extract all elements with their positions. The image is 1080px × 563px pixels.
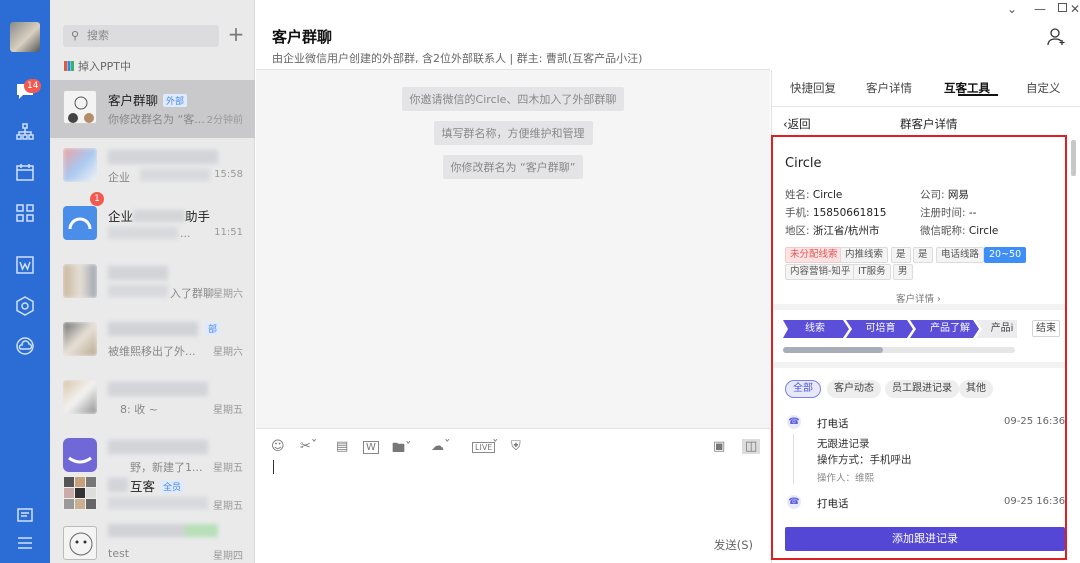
- assistant-avatar: [63, 206, 97, 240]
- cloud-icon[interactable]: [14, 336, 36, 358]
- search-placeholder: 搜索: [87, 29, 109, 42]
- text-cursor: [273, 460, 274, 474]
- send-button[interactable]: 发送(S): [714, 537, 753, 553]
- external-tag: 外部: [163, 94, 188, 107]
- input-area[interactable]: ☺ ✂ˇ ▤ W 🖿ˇ ☁ˇ LIVE ˇ ⛨ ▣ ◫: [256, 428, 770, 563]
- chart-icon: [64, 61, 74, 71]
- add-button[interactable]: +: [226, 23, 246, 45]
- chat-header: 客户群聊 由企业微信用户创建的外部群, 含2位外部联系人 | 群主: 曹凯(互客…: [256, 0, 770, 70]
- conversation-time: 星期四: [213, 551, 243, 562]
- conversation-time: 15:58: [214, 169, 243, 180]
- conversation-item[interactable]: 企业 15:58: [50, 138, 255, 196]
- notes-icon[interactable]: [14, 506, 36, 528]
- calendar-icon[interactable]: [14, 162, 36, 184]
- back-button[interactable]: ‹返回: [783, 116, 811, 132]
- system-message: 你修改群名为 “客户群聊”: [256, 155, 770, 179]
- maximize-icon[interactable]: [1058, 3, 1067, 12]
- chat-title: 客户群聊: [272, 28, 333, 46]
- highlight-box: [771, 135, 1067, 560]
- live-dropdown-icon[interactable]: ˇ: [492, 439, 499, 454]
- conversation-item[interactable]: 入了群聊 星期六: [50, 254, 255, 312]
- conversation-time: 11:51: [214, 227, 243, 238]
- conversation-item[interactable]: 客户群聊 外部 你修改群名为 “客... 2分钟前: [50, 80, 255, 138]
- group-avatar: [63, 264, 97, 298]
- tab-quick-reply[interactable]: 快捷回复: [790, 80, 836, 96]
- scrollbar[interactable]: [1071, 140, 1076, 176]
- word-doc-icon[interactable]: W: [363, 441, 379, 454]
- conversation-item[interactable]: test 星期四: [50, 516, 255, 563]
- menu-icon[interactable]: [14, 534, 36, 556]
- conversation-name-suffix: 助手: [185, 209, 211, 224]
- all-staff-tag: 全员: [160, 480, 185, 493]
- shield-icon[interactable]: ⛨: [511, 439, 521, 454]
- chat-subtitle: 由企业微信用户创建的外部群, 含2位外部联系人 | 群主: 曹凯(互客产品小汪): [272, 52, 643, 65]
- apps-grid-icon[interactable]: [14, 203, 36, 225]
- group-avatar: [63, 476, 97, 510]
- folder-icon[interactable]: 🖿ˇ: [392, 439, 412, 461]
- search-input[interactable]: ⚲ 搜索: [63, 25, 219, 47]
- minimize-icon[interactable]: —: [1034, 2, 1046, 16]
- conversation-preview: test: [108, 547, 130, 560]
- conversation-time: 星期五: [213, 501, 243, 512]
- screenshot-icon[interactable]: ✂ˇ: [300, 439, 317, 454]
- conversation-item[interactable]: 部 被维熙移出了外... 星期六: [50, 312, 255, 370]
- conversation-item[interactable]: 1 企业 助手 ... 11:51: [50, 192, 255, 254]
- unread-badge: 1: [90, 192, 104, 206]
- banner[interactable]: 掉入PPT中: [64, 58, 131, 74]
- avatar: [63, 526, 97, 560]
- conversation-list: ⚲ 搜索 + 掉入PPT中 客户群聊 外部 你修改群名为 “客... 2分钟前 企…: [50, 0, 255, 563]
- cloud-drive-icon[interactable]: ☁ˇ: [431, 439, 451, 454]
- group-avatar: [63, 380, 97, 414]
- search-icon: ⚲: [71, 29, 80, 42]
- tab-customer-detail[interactable]: 客户详情: [866, 80, 912, 96]
- avatar: [63, 148, 97, 182]
- monitor-icon[interactable]: ▣: [713, 439, 725, 454]
- org-chart-icon[interactable]: [14, 122, 36, 144]
- chat-window: 客户群聊 由企业微信用户创建的外部群, 含2位外部联系人 | 群主: 曹凯(互客…: [256, 0, 770, 563]
- conversation-name: 企业: [108, 209, 134, 224]
- group-avatar: [63, 322, 97, 356]
- active-tab-indicator: [958, 94, 998, 96]
- cube-icon[interactable]: [14, 296, 36, 318]
- add-member-icon[interactable]: [1047, 27, 1067, 52]
- conversation-name: 互客: [130, 479, 156, 494]
- image-icon[interactable]: ▤: [336, 439, 348, 454]
- conversation-name: 客户群聊: [108, 93, 159, 108]
- doc-w-icon[interactable]: [14, 255, 36, 277]
- left-rail: 14: [0, 0, 50, 563]
- user-avatar[interactable]: [10, 22, 40, 52]
- conversation-preview: 被维熙移出了外...: [108, 345, 196, 358]
- conversation-time: 2分钟前: [206, 115, 243, 126]
- system-message: 填写群名称，方便维护和管理: [256, 121, 770, 145]
- emoji-icon[interactable]: ☺: [271, 439, 285, 454]
- conversation-item[interactable]: 8: 收 ~ 星期五: [50, 370, 255, 428]
- system-message: 你邀请微信的Circle、四木加入了外部群聊: [256, 87, 770, 111]
- sidebar-toggle-icon[interactable]: ◫: [742, 439, 761, 454]
- panel-title: 群客户详情: [900, 117, 958, 131]
- unread-badge: 14: [24, 79, 42, 93]
- tag: 部: [205, 322, 221, 335]
- conversation-time: 星期五: [213, 405, 243, 416]
- conversation-time: 星期六: [213, 347, 243, 358]
- pin-icon[interactable]: ⌄: [1007, 2, 1017, 16]
- tab-custom[interactable]: 自定义: [1026, 80, 1061, 96]
- close-icon[interactable]: ✕: [1070, 2, 1080, 16]
- group-avatar: [63, 90, 97, 124]
- conversation-time: 星期六: [213, 289, 243, 300]
- conversation-preview: 你修改群名为 “客...: [108, 113, 205, 126]
